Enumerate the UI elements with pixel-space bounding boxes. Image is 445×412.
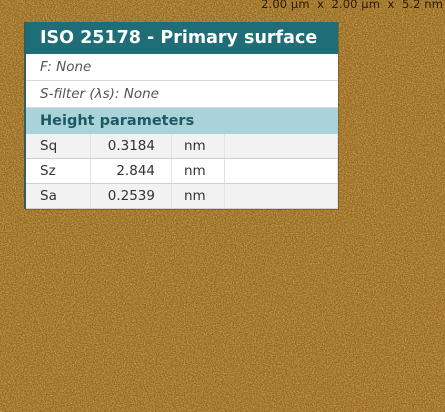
panel-title: ISO 25178 - Primary surface	[26, 22, 338, 54]
table-row: Sq 0.3184 nm	[26, 134, 338, 159]
param-name: Sq	[26, 134, 91, 159]
s-filter-info: S-filter (λs): None	[26, 81, 338, 108]
param-value: 0.2539	[90, 183, 172, 209]
param-unit: nm	[171, 134, 225, 159]
param-name: Sz	[26, 158, 91, 184]
param-unit: nm	[171, 158, 225, 184]
table-row: Sa 0.2539 nm	[26, 183, 338, 209]
empty-cell	[224, 183, 338, 209]
f-filter-info: F: None	[26, 54, 338, 81]
table-row: Sz 2.844 nm	[26, 158, 338, 184]
param-unit: nm	[171, 183, 225, 209]
roughness-results-panel: ISO 25178 - Primary surface F: None S-fi…	[24, 22, 338, 209]
section-height-parameters: Height parameters	[26, 108, 338, 134]
empty-cell	[224, 158, 338, 184]
scan-dimensions-label: 2.00 µm x 2.00 µm x 5.2 nm	[261, 0, 443, 11]
param-value: 2.844	[90, 158, 172, 184]
height-parameters-table: Sq 0.3184 nm Sz 2.844 nm Sa 0.2539 nm	[26, 134, 338, 209]
empty-cell	[224, 134, 338, 159]
param-value: 0.3184	[90, 134, 172, 159]
param-name: Sa	[26, 183, 91, 209]
